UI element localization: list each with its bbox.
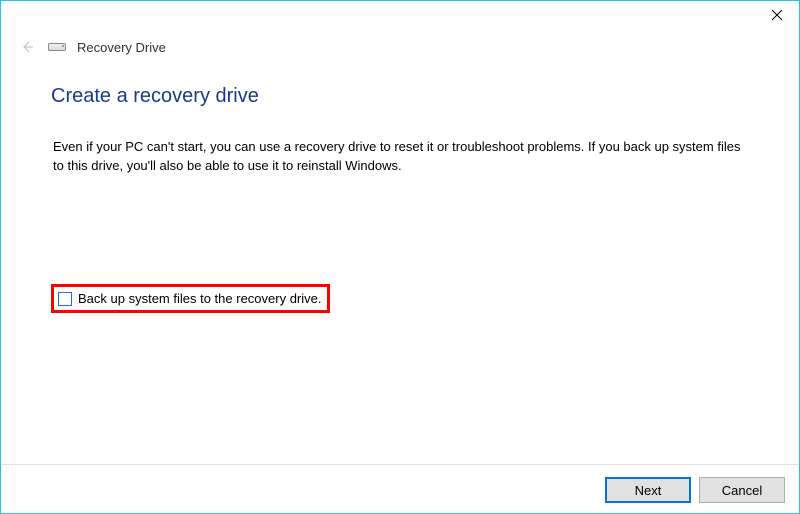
footer-separator: [2, 464, 798, 465]
drive-icon: [47, 40, 67, 54]
back-arrow-icon: [19, 39, 35, 55]
page-heading: Create a recovery drive: [51, 85, 749, 108]
wizard-window: Recovery Drive Create a recovery drive E…: [0, 0, 800, 514]
footer-buttons: Next Cancel: [605, 477, 785, 503]
header-row: Recovery Drive: [17, 37, 166, 57]
content-area: Create a recovery drive Even if your PC …: [51, 85, 749, 176]
close-button[interactable]: [754, 1, 799, 29]
close-icon: [771, 9, 783, 21]
window-title: Recovery Drive: [77, 40, 166, 55]
backup-checkbox-row[interactable]: Back up system files to the recovery dri…: [51, 284, 330, 313]
back-button[interactable]: [17, 37, 37, 57]
page-body-text: Even if your PC can't start, you can use…: [51, 138, 749, 176]
next-button[interactable]: Next: [605, 477, 691, 503]
backup-checkbox-label: Back up system files to the recovery dri…: [78, 291, 321, 306]
backup-checkbox[interactable]: [58, 292, 72, 306]
cancel-button[interactable]: Cancel: [699, 477, 785, 503]
